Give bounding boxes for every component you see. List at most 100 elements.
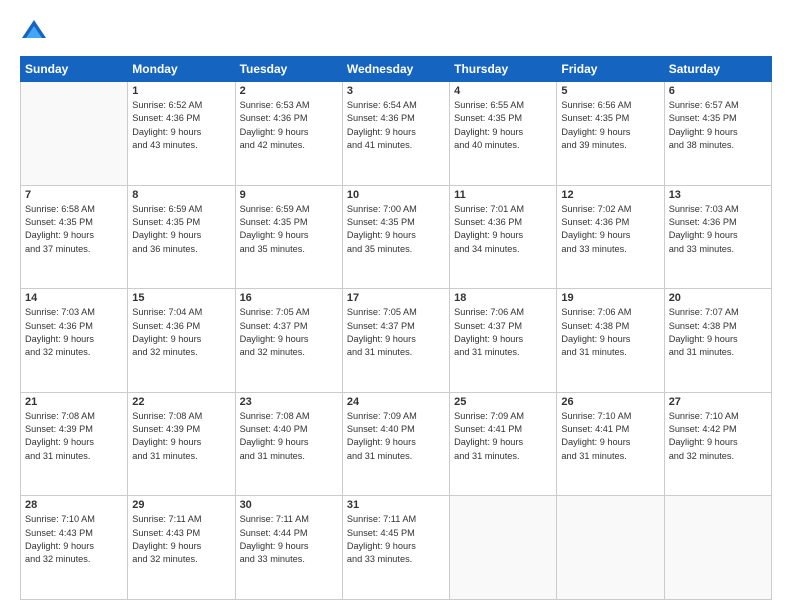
day-number: 1 [132,85,230,97]
day-info: Sunrise: 7:11 AMSunset: 4:44 PMDaylight:… [240,513,338,566]
day-info: Sunrise: 6:59 AMSunset: 4:35 PMDaylight:… [132,203,230,256]
day-number: 14 [25,292,123,304]
calendar-cell: 8 Sunrise: 6:59 AMSunset: 4:35 PMDaylight… [128,185,235,289]
day-number: 28 [25,499,123,511]
day-info: Sunrise: 7:11 AMSunset: 4:45 PMDaylight:… [347,513,445,566]
day-info: Sunrise: 6:59 AMSunset: 4:35 PMDaylight:… [240,203,338,256]
calendar-cell: 26 Sunrise: 7:10 AMSunset: 4:41 PMDayligh… [557,392,664,496]
day-number: 2 [240,85,338,97]
calendar-cell: 6 Sunrise: 6:57 AMSunset: 4:35 PMDaylight… [664,82,771,186]
calendar-cell [557,496,664,600]
day-number: 5 [561,85,659,97]
calendar-cell: 17 Sunrise: 7:05 AMSunset: 4:37 PMDayligh… [342,289,449,393]
day-info: Sunrise: 7:09 AMSunset: 4:40 PMDaylight:… [347,410,445,463]
day-header-sunday: Sunday [21,57,128,82]
logo [20,18,52,46]
day-header-wednesday: Wednesday [342,57,449,82]
day-info: Sunrise: 7:10 AMSunset: 4:42 PMDaylight:… [669,410,767,463]
calendar-cell: 13Sunrise: 7:03 AMSunset: 4:36 PMDayligh… [664,185,771,289]
calendar-cell: 14 Sunrise: 7:03 AMSunset: 4:36 PMDayligh… [21,289,128,393]
day-info: Sunrise: 7:04 AMSunset: 4:36 PMDaylight:… [132,306,230,359]
day-number: 21 [25,396,123,408]
day-info: Sunrise: 7:00 AMSunset: 4:35 PMDaylight:… [347,203,445,256]
calendar-cell: 27 Sunrise: 7:10 AMSunset: 4:42 PMDayligh… [664,392,771,496]
day-number: 20 [669,292,767,304]
day-info: Sunrise: 7:05 AMSunset: 4:37 PMDaylight:… [240,306,338,359]
header [20,18,772,46]
calendar: SundayMondayTuesdayWednesdayThursdayFrid… [20,56,772,600]
day-info: Sunrise: 7:07 AMSunset: 4:38 PMDaylight:… [669,306,767,359]
day-info: Sunrise: 7:01 AMSunset: 4:36 PMDaylight:… [454,203,552,256]
calendar-cell: 12Sunrise: 7:02 AMSunset: 4:36 PMDayligh… [557,185,664,289]
day-info: Sunrise: 6:57 AMSunset: 4:35 PMDaylight:… [669,99,767,152]
day-number: 22 [132,396,230,408]
calendar-cell: 15 Sunrise: 7:04 AMSunset: 4:36 PMDayligh… [128,289,235,393]
day-header-friday: Friday [557,57,664,82]
day-header-saturday: Saturday [664,57,771,82]
day-number: 18 [454,292,552,304]
calendar-header-row: SundayMondayTuesdayWednesdayThursdayFrid… [21,57,772,82]
calendar-cell: 4 Sunrise: 6:55 AMSunset: 4:35 PMDaylight… [450,82,557,186]
page: SundayMondayTuesdayWednesdayThursdayFrid… [0,0,792,612]
calendar-cell: 29 Sunrise: 7:11 AMSunset: 4:43 PMDayligh… [128,496,235,600]
day-info: Sunrise: 6:53 AMSunset: 4:36 PMDaylight:… [240,99,338,152]
day-number: 23 [240,396,338,408]
day-number: 30 [240,499,338,511]
day-number: 9 [240,189,338,201]
calendar-cell: 9 Sunrise: 6:59 AMSunset: 4:35 PMDaylight… [235,185,342,289]
day-info: Sunrise: 6:56 AMSunset: 4:35 PMDaylight:… [561,99,659,152]
day-number: 27 [669,396,767,408]
calendar-cell: 23 Sunrise: 7:08 AMSunset: 4:40 PMDayligh… [235,392,342,496]
day-info: Sunrise: 7:03 AMSunset: 4:36 PMDaylight:… [25,306,123,359]
day-number: 4 [454,85,552,97]
calendar-cell: 22 Sunrise: 7:08 AMSunset: 4:39 PMDayligh… [128,392,235,496]
day-info: Sunrise: 7:10 AMSunset: 4:41 PMDaylight:… [561,410,659,463]
day-number: 10 [347,189,445,201]
day-info: Sunrise: 7:11 AMSunset: 4:43 PMDaylight:… [132,513,230,566]
day-number: 31 [347,499,445,511]
day-number: 7 [25,189,123,201]
day-number: 6 [669,85,767,97]
calendar-cell: 16 Sunrise: 7:05 AMSunset: 4:37 PMDayligh… [235,289,342,393]
calendar-cell [450,496,557,600]
calendar-cell: 7 Sunrise: 6:58 AMSunset: 4:35 PMDaylight… [21,185,128,289]
day-number: 29 [132,499,230,511]
day-header-tuesday: Tuesday [235,57,342,82]
day-info: Sunrise: 6:52 AMSunset: 4:36 PMDaylight:… [132,99,230,152]
day-info: Sunrise: 7:10 AMSunset: 4:43 PMDaylight:… [25,513,123,566]
week-row-2: 14 Sunrise: 7:03 AMSunset: 4:36 PMDayligh… [21,289,772,393]
day-info: Sunrise: 6:58 AMSunset: 4:35 PMDaylight:… [25,203,123,256]
day-info: Sunrise: 6:55 AMSunset: 4:35 PMDaylight:… [454,99,552,152]
day-info: Sunrise: 7:08 AMSunset: 4:40 PMDaylight:… [240,410,338,463]
day-number: 16 [240,292,338,304]
day-number: 13 [669,189,767,201]
day-number: 26 [561,396,659,408]
day-number: 15 [132,292,230,304]
day-number: 12 [561,189,659,201]
day-number: 25 [454,396,552,408]
day-number: 3 [347,85,445,97]
calendar-cell: 18 Sunrise: 7:06 AMSunset: 4:37 PMDayligh… [450,289,557,393]
calendar-cell: 10 Sunrise: 7:00 AMSunset: 4:35 PMDayligh… [342,185,449,289]
calendar-cell [21,82,128,186]
day-info: Sunrise: 7:05 AMSunset: 4:37 PMDaylight:… [347,306,445,359]
day-number: 8 [132,189,230,201]
day-header-thursday: Thursday [450,57,557,82]
calendar-cell [664,496,771,600]
day-header-monday: Monday [128,57,235,82]
day-info: Sunrise: 7:08 AMSunset: 4:39 PMDaylight:… [25,410,123,463]
day-number: 19 [561,292,659,304]
day-info: Sunrise: 7:08 AMSunset: 4:39 PMDaylight:… [132,410,230,463]
calendar-cell: 25Sunrise: 7:09 AMSunset: 4:41 PMDayligh… [450,392,557,496]
calendar-cell: 24 Sunrise: 7:09 AMSunset: 4:40 PMDayligh… [342,392,449,496]
day-number: 17 [347,292,445,304]
week-row-1: 7 Sunrise: 6:58 AMSunset: 4:35 PMDaylight… [21,185,772,289]
day-info: Sunrise: 7:06 AMSunset: 4:37 PMDaylight:… [454,306,552,359]
week-row-3: 21 Sunrise: 7:08 AMSunset: 4:39 PMDayligh… [21,392,772,496]
calendar-cell: 21 Sunrise: 7:08 AMSunset: 4:39 PMDayligh… [21,392,128,496]
calendar-cell: 1 Sunrise: 6:52 AMSunset: 4:36 PMDaylight… [128,82,235,186]
logo-icon [20,18,48,46]
calendar-cell: 28 Sunrise: 7:10 AMSunset: 4:43 PMDayligh… [21,496,128,600]
calendar-cell: 20 Sunrise: 7:07 AMSunset: 4:38 PMDayligh… [664,289,771,393]
day-number: 24 [347,396,445,408]
